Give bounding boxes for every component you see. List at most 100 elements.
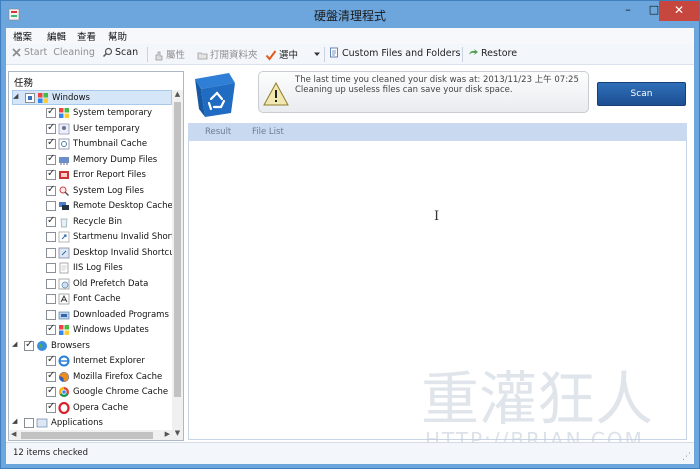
watermark-title: 重灌狂人 (421, 365, 653, 433)
restore-label: Restore (481, 48, 518, 59)
tree-group-browsers[interactable]: ◢ Browsers (12, 339, 172, 354)
close-button[interactable]: ✕ (659, 1, 699, 21)
tree-item[interactable]: Startmenu Invalid Shortcu (12, 230, 183, 245)
tree-item[interactable]: Recycle Bin (12, 215, 172, 230)
tree-item-label: Thumbnail Cache (73, 139, 148, 149)
tree-item[interactable]: User temporary (12, 122, 172, 137)
collapse-arrow-icon[interactable]: ◢ (13, 92, 18, 100)
group-checkbox[interactable] (24, 418, 34, 428)
menu-help[interactable]: 幫助 (108, 29, 127, 43)
item-checkbox[interactable] (46, 215, 56, 227)
start-cleaning-button[interactable]: Start Cleaning (11, 47, 95, 62)
scroll-up-icon[interactable]: ▲ (172, 90, 183, 101)
item-checkbox[interactable] (46, 184, 56, 196)
tree-item[interactable]: Windows Updates (12, 323, 172, 338)
download-icon (58, 311, 70, 320)
item-checkbox[interactable] (46, 354, 56, 366)
tree-group-label: Windows (52, 93, 90, 103)
item-checkbox[interactable] (46, 248, 56, 258)
item-checkbox[interactable] (46, 201, 56, 211)
item-checkbox[interactable] (46, 279, 56, 289)
tree-item-label: Error Report Files (73, 170, 146, 180)
item-checkbox[interactable] (46, 106, 56, 118)
tree-item-label: Remote Desktop Cache (73, 201, 173, 211)
scan-toolbar-button[interactable]: Scan (102, 47, 138, 62)
group-checkbox[interactable] (25, 93, 35, 103)
start-label: Start (24, 47, 48, 58)
tree-item[interactable]: System Log Files (12, 184, 172, 199)
shortcut-icon (58, 231, 70, 243)
tree-item[interactable]: System temporary (12, 106, 172, 121)
item-checkbox[interactable] (46, 232, 56, 242)
item-checkbox[interactable] (46, 122, 56, 134)
tree-item[interactable]: Google Chrome Cache (12, 385, 172, 400)
item-checkbox[interactable] (46, 294, 56, 304)
tree-group-label: Browsers (51, 341, 90, 351)
collapse-arrow-icon[interactable]: ◢ (12, 340, 17, 348)
error-report-icon (59, 171, 69, 179)
tree-vertical-scrollbar[interactable]: ▲ ▼ (172, 90, 183, 440)
tree-item-label: Google Chrome Cache (73, 387, 169, 397)
tree-item[interactable]: Remote Desktop Cache (12, 199, 173, 214)
menu-bar: 檔案 編輯 查看 幫助 (6, 28, 694, 44)
toolbar-separator (462, 47, 463, 62)
item-checkbox[interactable] (46, 137, 56, 149)
tree-item[interactable]: Desktop Invalid Shortcuts (12, 246, 182, 261)
restore-button[interactable]: Restore (467, 47, 517, 62)
tree-item[interactable]: Memory Dump Files (12, 153, 172, 168)
tree-item[interactable]: Error Report Files (12, 168, 172, 183)
tree-item[interactable]: Internet Explorer (12, 354, 172, 369)
tree-item[interactable]: Opera Cache (12, 401, 172, 416)
menu-view[interactable]: 查看 (77, 29, 96, 43)
open-folder-button[interactable]: 打開資料夾 (197, 47, 258, 62)
minimize-button[interactable]: – (615, 1, 641, 21)
scroll-down-icon[interactable]: ▼ (172, 429, 183, 440)
main-window: 硬盤清理程式 – □ ✕ 檔案 編輯 查看 幫助 Start Cleaning … (0, 0, 700, 469)
tab-result[interactable]: Result (205, 127, 231, 137)
tree-group-windows[interactable]: ◢ Windows (12, 90, 172, 105)
tree-item[interactable]: IIS Log Files (12, 261, 172, 276)
item-checkbox[interactable] (46, 323, 56, 335)
tree-item-label: Internet Explorer (73, 356, 145, 366)
scroll-right-icon[interactable]: ▶ (165, 430, 170, 438)
log-search-icon (59, 186, 70, 197)
windows-icon (38, 93, 48, 103)
scan-button[interactable]: Scan (597, 82, 686, 106)
check-button[interactable]: 選中 (265, 47, 298, 62)
scroll-thumb[interactable] (174, 102, 181, 397)
tree-group-applications[interactable]: ◢ Applications (12, 416, 172, 428)
properties-button[interactable]: 屬性 (153, 47, 185, 62)
search-icon (102, 47, 113, 58)
scroll-left-icon[interactable]: ◀ (11, 430, 16, 438)
item-checkbox[interactable] (46, 168, 56, 180)
tree-item[interactable]: Font Cache (12, 292, 172, 307)
folder-icon (197, 52, 208, 60)
tree-item[interactable]: Mozilla Firefox Cache (12, 370, 172, 385)
tree-item-label: IIS Log Files (73, 263, 123, 273)
item-checkbox[interactable] (46, 401, 56, 413)
result-tabs: Result File List (188, 123, 687, 141)
resize-grip-icon[interactable]: ⋰ (682, 452, 691, 462)
image-icon (58, 138, 70, 150)
item-checkbox[interactable] (46, 263, 56, 273)
menu-edit[interactable]: 編輯 (47, 29, 66, 43)
menu-file[interactable]: 檔案 (13, 29, 32, 43)
restore-icon (469, 49, 478, 55)
item-checkbox[interactable] (46, 370, 56, 382)
scroll-thumb[interactable] (21, 432, 153, 439)
tree-item[interactable]: Thumbnail Cache (12, 137, 172, 152)
item-checkbox[interactable] (46, 153, 56, 165)
hand-icon (155, 51, 163, 61)
prefetch-icon (58, 278, 70, 290)
item-checkbox[interactable] (46, 310, 56, 320)
opera-icon (58, 402, 70, 414)
group-checkbox[interactable] (24, 339, 34, 351)
tree-horizontal-scrollbar[interactable]: ◀ ▶ (9, 430, 172, 440)
tab-file-list[interactable]: File List (252, 127, 284, 137)
tree-item[interactable]: Old Prefetch Data (12, 277, 172, 292)
check-dropdown-button[interactable] (313, 47, 323, 62)
collapse-arrow-icon[interactable]: ◢ (12, 417, 17, 425)
custom-files-button[interactable]: Custom Files and Folders (329, 47, 460, 62)
tree-item[interactable]: Downloaded Programs (12, 308, 172, 323)
item-checkbox[interactable] (46, 385, 56, 397)
